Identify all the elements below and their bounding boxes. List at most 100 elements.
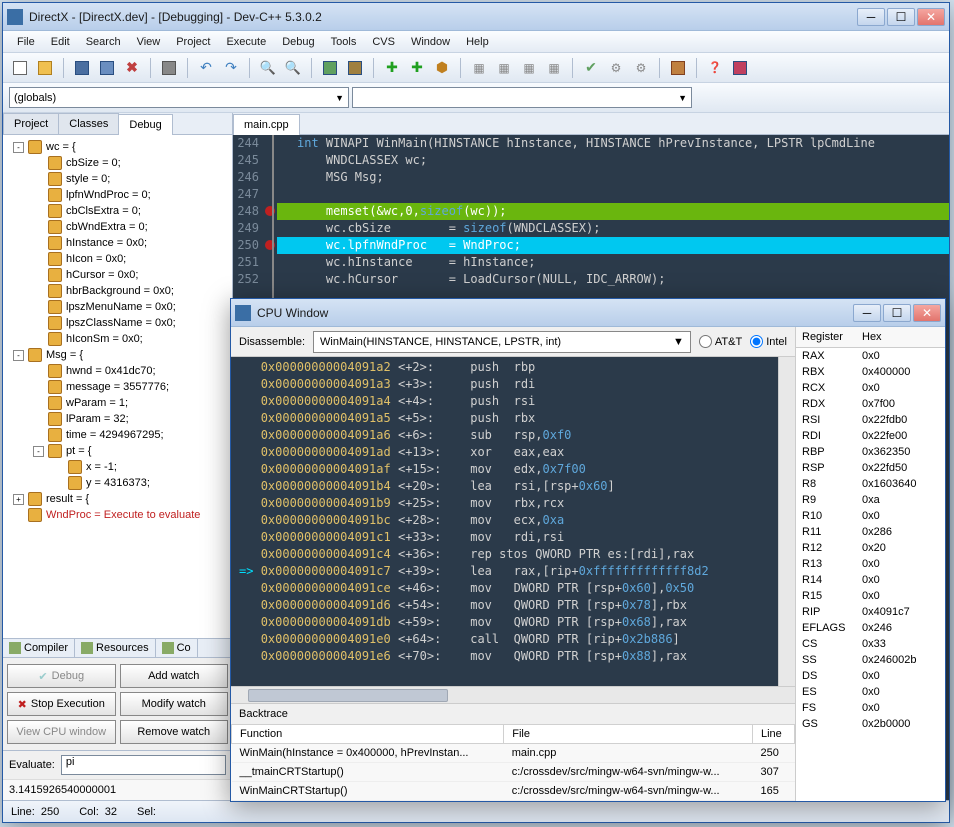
output-tab-resources[interactable]: Resources <box>75 639 156 657</box>
saveall-button[interactable] <box>96 57 118 79</box>
side-tab-classes[interactable]: Classes <box>58 113 119 134</box>
tree-item[interactable]: message = 3557776; <box>7 379 228 395</box>
code-line[interactable]: WNDCLASSEX wc; <box>277 152 949 169</box>
tree-item[interactable]: lpfnWndProc = 0; <box>7 187 228 203</box>
tree-item[interactable]: lpszClassName = 0x0; <box>7 315 228 331</box>
register-row[interactable]: RSI0x22fdb0 <box>796 412 945 428</box>
watch-tree[interactable]: -wc = {cbSize = 0;style = 0;lpfnWndProc … <box>3 135 232 638</box>
disasm-line[interactable]: 0x00000000004091c1 <+33>: mov rdi,rsi <box>231 529 778 546</box>
tree-item[interactable]: hwnd = 0x41dc70; <box>7 363 228 379</box>
cpu-maximize-button[interactable]: ☐ <box>883 304 911 322</box>
radio-intel[interactable]: Intel <box>750 335 787 348</box>
code-line[interactable]: wc.cbSize = sizeof(WNDCLASSEX); <box>277 220 949 237</box>
disassembly-view[interactable]: 0x00000000004091a2 <+2>: push rbp 0x0000… <box>231 357 778 686</box>
tree-item[interactable]: hIconSm = 0x0; <box>7 331 228 347</box>
disasm-line[interactable]: 0x00000000004091b4 <+20>: lea rsi,[rsp+0… <box>231 478 778 495</box>
collapse-icon[interactable]: - <box>13 350 24 361</box>
modify-watch-button[interactable]: Modify watch <box>120 692 229 716</box>
register-row[interactable]: SS0x246002b <box>796 652 945 668</box>
disasm-scrollbar-h[interactable] <box>231 686 795 703</box>
debug-button[interactable]: ✔Debug <box>7 664 116 688</box>
grid3-button[interactable]: ▦ <box>518 57 540 79</box>
tree-item[interactable]: x = -1; <box>7 459 228 475</box>
register-row[interactable]: R110x286 <box>796 524 945 540</box>
code-line[interactable]: int WINAPI WinMain(HINSTANCE hInstance, … <box>277 135 949 152</box>
print-button[interactable] <box>158 57 180 79</box>
editor-tab-main[interactable]: main.cpp <box>233 114 300 135</box>
tree-item[interactable]: -wc = { <box>7 139 228 155</box>
menu-file[interactable]: File <box>9 34 43 50</box>
disasm-line[interactable]: 0x00000000004091a6 <+6>: sub rsp,0xf0 <box>231 427 778 444</box>
tree-item[interactable]: hInstance = 0x0; <box>7 235 228 251</box>
about-button[interactable] <box>729 57 751 79</box>
gear2-button[interactable]: ⚙ <box>630 57 652 79</box>
tree-item[interactable]: cbWndExtra = 0; <box>7 219 228 235</box>
tree-item[interactable]: style = 0; <box>7 171 228 187</box>
bt-col[interactable]: Function <box>232 725 504 744</box>
bt-row[interactable]: __tmainCRTStartup()c:/crossdev/src/mingw… <box>232 763 795 782</box>
menu-execute[interactable]: Execute <box>218 34 274 50</box>
save-button[interactable] <box>71 57 93 79</box>
cpu-close-button[interactable]: ✕ <box>913 304 941 322</box>
member-combo[interactable]: ▼ <box>352 87 692 108</box>
tree-item[interactable]: cbSize = 0; <box>7 155 228 171</box>
remove-watch-button[interactable]: Remove watch <box>120 720 229 744</box>
menu-window[interactable]: Window <box>403 34 458 50</box>
menu-tools[interactable]: Tools <box>323 34 365 50</box>
cpu-titlebar[interactable]: CPU Window ─ ☐ ✕ <box>231 299 945 327</box>
check-button[interactable]: ✔ <box>580 57 602 79</box>
disasm-line[interactable]: 0x00000000004091bc <+28>: mov ecx,0xa <box>231 512 778 529</box>
register-row[interactable]: R140x0 <box>796 572 945 588</box>
register-row[interactable]: R130x0 <box>796 556 945 572</box>
open-button[interactable] <box>34 57 56 79</box>
bt-col[interactable]: File <box>504 725 753 744</box>
compile-button[interactable] <box>319 57 341 79</box>
output-tab-compiler[interactable]: Compiler <box>3 639 75 657</box>
register-row[interactable]: RBP0x362350 <box>796 444 945 460</box>
grid1-button[interactable]: ▦ <box>468 57 490 79</box>
side-tab-debug[interactable]: Debug <box>118 114 172 135</box>
menu-view[interactable]: View <box>129 34 169 50</box>
disasm-line[interactable]: 0x00000000004091e6 <+70>: mov QWORD PTR … <box>231 648 778 665</box>
menu-debug[interactable]: Debug <box>274 34 322 50</box>
disasm-line[interactable]: 0x00000000004091af <+15>: mov edx,0x7f00 <box>231 461 778 478</box>
menu-help[interactable]: Help <box>458 34 497 50</box>
radio-att[interactable]: AT&T <box>699 335 742 348</box>
exit-button[interactable] <box>667 57 689 79</box>
register-row[interactable]: DS0x0 <box>796 668 945 684</box>
register-row[interactable]: R90xa <box>796 492 945 508</box>
close-button[interactable]: ✕ <box>917 8 945 26</box>
expand-icon[interactable]: + <box>13 494 24 505</box>
code-line[interactable]: wc.hCursor = LoadCursor(NULL, IDC_ARROW)… <box>277 271 949 288</box>
replace-button[interactable]: 🔍 <box>282 57 304 79</box>
disasm-line[interactable]: 0x00000000004091ad <+13>: xor eax,eax <box>231 444 778 461</box>
bt-row[interactable]: WinMainCRTStartup()c:/crossdev/src/mingw… <box>232 782 795 801</box>
disasm-line[interactable]: 0x00000000004091a4 <+4>: push rsi <box>231 393 778 410</box>
gear1-button[interactable]: ⚙ <box>605 57 627 79</box>
help-button[interactable]: ❓ <box>704 57 726 79</box>
stop-execution-button[interactable]: ✖Stop Execution <box>7 692 116 716</box>
add-watch-button[interactable]: Add watch <box>120 664 229 688</box>
scope-combo[interactable]: (globals)▼ <box>9 87 349 108</box>
disasm-line[interactable]: 0x00000000004091a2 <+2>: push rbp <box>231 359 778 376</box>
tree-item[interactable]: time = 4294967295; <box>7 427 228 443</box>
tree-item[interactable]: lpszMenuName = 0x0; <box>7 299 228 315</box>
menu-cvs[interactable]: CVS <box>364 34 403 50</box>
backtrace-table[interactable]: FunctionFileLine WinMain(hInstance = 0x4… <box>231 724 795 801</box>
tree-item[interactable]: WndProc = Execute to evaluate <box>7 507 228 523</box>
cpu-minimize-button[interactable]: ─ <box>853 304 881 322</box>
tree-item[interactable]: hCursor = 0x0; <box>7 267 228 283</box>
code-line[interactable]: wc.hInstance = hInstance; <box>277 254 949 271</box>
view-cpu-button[interactable]: View CPU window <box>7 720 116 744</box>
disasm-line[interactable]: 0x00000000004091db <+59>: mov QWORD PTR … <box>231 614 778 631</box>
register-row[interactable]: GS0x2b0000 <box>796 716 945 732</box>
register-row[interactable]: CS0x33 <box>796 636 945 652</box>
add-button[interactable]: ✚ <box>381 57 403 79</box>
bt-row[interactable]: WinMain(hInstance = 0x400000, hPrevInsta… <box>232 744 795 763</box>
tree-item[interactable]: +result = { <box>7 491 228 507</box>
disasm-line[interactable]: 0x00000000004091a3 <+3>: push rdi <box>231 376 778 393</box>
register-row[interactable]: R80x1603640 <box>796 476 945 492</box>
code-line[interactable]: memset(&wc,0,sizeof(wc)); <box>277 203 949 220</box>
evaluate-input[interactable]: pi <box>61 755 226 775</box>
options-button[interactable]: ⬢ <box>431 57 453 79</box>
